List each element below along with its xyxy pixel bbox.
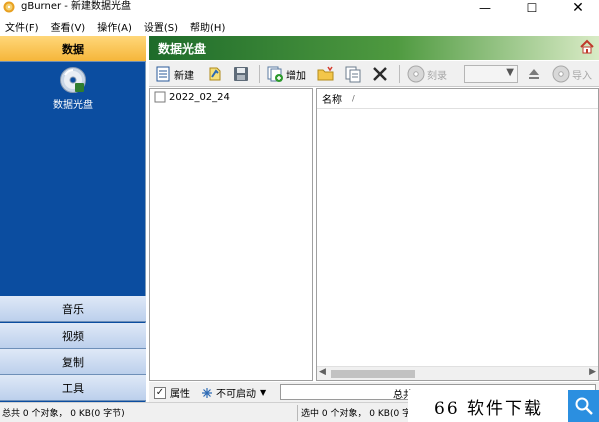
burn-button[interactable]: 刻录	[407, 63, 447, 85]
sort-indicator-icon: /	[352, 94, 355, 103]
eject-button[interactable]	[527, 63, 541, 85]
import-disc-icon	[552, 65, 570, 83]
boot-option-dropdown[interactable]: 不可启动 ▼	[201, 385, 266, 400]
properties-checkbox[interactable]: ✓	[154, 386, 166, 399]
sidebar-category-copy[interactable]: 复制	[0, 349, 146, 375]
search-icon	[568, 390, 599, 422]
column-name-label: 名称	[322, 95, 342, 106]
add-button[interactable]: 增加	[266, 63, 306, 85]
boot-label: 不可启动	[216, 389, 256, 400]
add-files-icon	[267, 66, 283, 82]
window-title: gBurner - 新建数据光盘	[21, 1, 132, 12]
file-list[interactable]: 名称 / ◀ ▶	[316, 88, 599, 381]
new-label: 新建	[174, 70, 194, 82]
save-icon	[234, 67, 248, 81]
sidebar-item-data-disc[interactable]: 数据光盘	[43, 66, 103, 116]
chevron-down-icon: ▼	[506, 67, 514, 78]
snowflake-icon	[202, 387, 212, 398]
sidebar-category-music[interactable]: 音乐	[0, 296, 146, 322]
tree-item-label: 2022_02_24	[169, 91, 230, 103]
save-button[interactable]	[233, 63, 249, 85]
delete-x-icon	[373, 67, 387, 81]
burn-disc-icon	[407, 65, 425, 83]
menu-file[interactable]: 文件(F)	[0, 19, 44, 34]
import-label: 导入	[572, 70, 592, 82]
sidebar-category-data[interactable]: 数据	[0, 36, 146, 62]
scroll-left-icon[interactable]: ◀	[319, 367, 326, 377]
sidebar-category-tools[interactable]: 工具	[0, 375, 146, 401]
menu-action[interactable]: 操作(A)	[92, 19, 137, 34]
status-separator	[297, 405, 298, 421]
data-disc-icon	[60, 67, 86, 93]
status-selected: 选中 0 个对象， 0 KB(0 字节)	[301, 409, 424, 419]
new-button[interactable]: 新建	[155, 63, 194, 85]
properties-label: 属性	[170, 389, 190, 400]
title-bar: gBurner - 新建数据光盘 — ☐ ✕	[0, 0, 599, 16]
import-button[interactable]: 导入	[552, 63, 592, 85]
open-project-button[interactable]	[207, 63, 223, 85]
properties-toggle[interactable]: ✓ 属性	[154, 385, 190, 400]
copy-files-button[interactable]	[344, 63, 362, 85]
watermark-text: 66 软件下载	[434, 399, 544, 419]
eject-icon	[529, 69, 539, 79]
copy-files-icon	[345, 66, 361, 83]
chevron-down-icon: ▼	[260, 388, 267, 397]
open-project-icon	[209, 67, 221, 81]
sidebar-category-video[interactable]: 视频	[0, 323, 146, 349]
menu-help[interactable]: 帮助(H)	[185, 19, 230, 34]
close-button[interactable]: ✕	[555, 0, 599, 16]
section-header: 数据光盘	[149, 36, 599, 60]
add-label: 增加	[286, 70, 306, 82]
watermark: 66 软件下载	[408, 390, 599, 422]
home-icon[interactable]	[579, 39, 595, 55]
minimize-button[interactable]: —	[462, 0, 508, 15]
column-header-name[interactable]: 名称 /	[317, 89, 598, 109]
new-document-icon	[156, 66, 170, 82]
section-title: 数据光盘	[158, 42, 207, 56]
toolbar: 新建 增加 刻录 ▼ 导入	[149, 61, 599, 87]
tree-item[interactable]: 2022_02_24	[154, 91, 230, 103]
data-disc-label: 数据光盘	[53, 100, 93, 111]
delete-button[interactable]	[372, 63, 388, 85]
toolbar-separator	[399, 65, 400, 83]
menu-settings[interactable]: 设置(S)	[139, 19, 183, 34]
menu-view[interactable]: 查看(V)	[46, 19, 91, 34]
folder-icon	[317, 66, 334, 81]
sidebar: 数据 数据光盘 音乐 视频 复制 工具	[0, 36, 146, 402]
add-folder-button[interactable]	[317, 63, 335, 85]
scroll-thumb[interactable]	[331, 370, 415, 378]
burn-label: 刻录	[427, 70, 447, 82]
menu-bar: 文件(F) 查看(V) 操作(A) 设置(S) 帮助(H)	[0, 16, 599, 36]
main-panel: 数据光盘 新建 增加 刻录 ▼ 导入 2022_02_24 名称 / ◀ ▶ ✓…	[149, 36, 599, 402]
speed-select[interactable]: ▼	[464, 65, 518, 83]
horizontal-scrollbar[interactable]: ◀ ▶	[317, 366, 598, 380]
scroll-right-icon[interactable]: ▶	[589, 367, 596, 377]
app-disc-icon	[3, 1, 15, 13]
disc-root-icon	[154, 91, 166, 103]
status-total: 总共 0 个对象， 0 KB(0 字节)	[2, 409, 125, 419]
folder-tree[interactable]: 2022_02_24	[149, 88, 313, 381]
maximize-button[interactable]: ☐	[509, 0, 555, 15]
toolbar-separator	[259, 65, 260, 83]
